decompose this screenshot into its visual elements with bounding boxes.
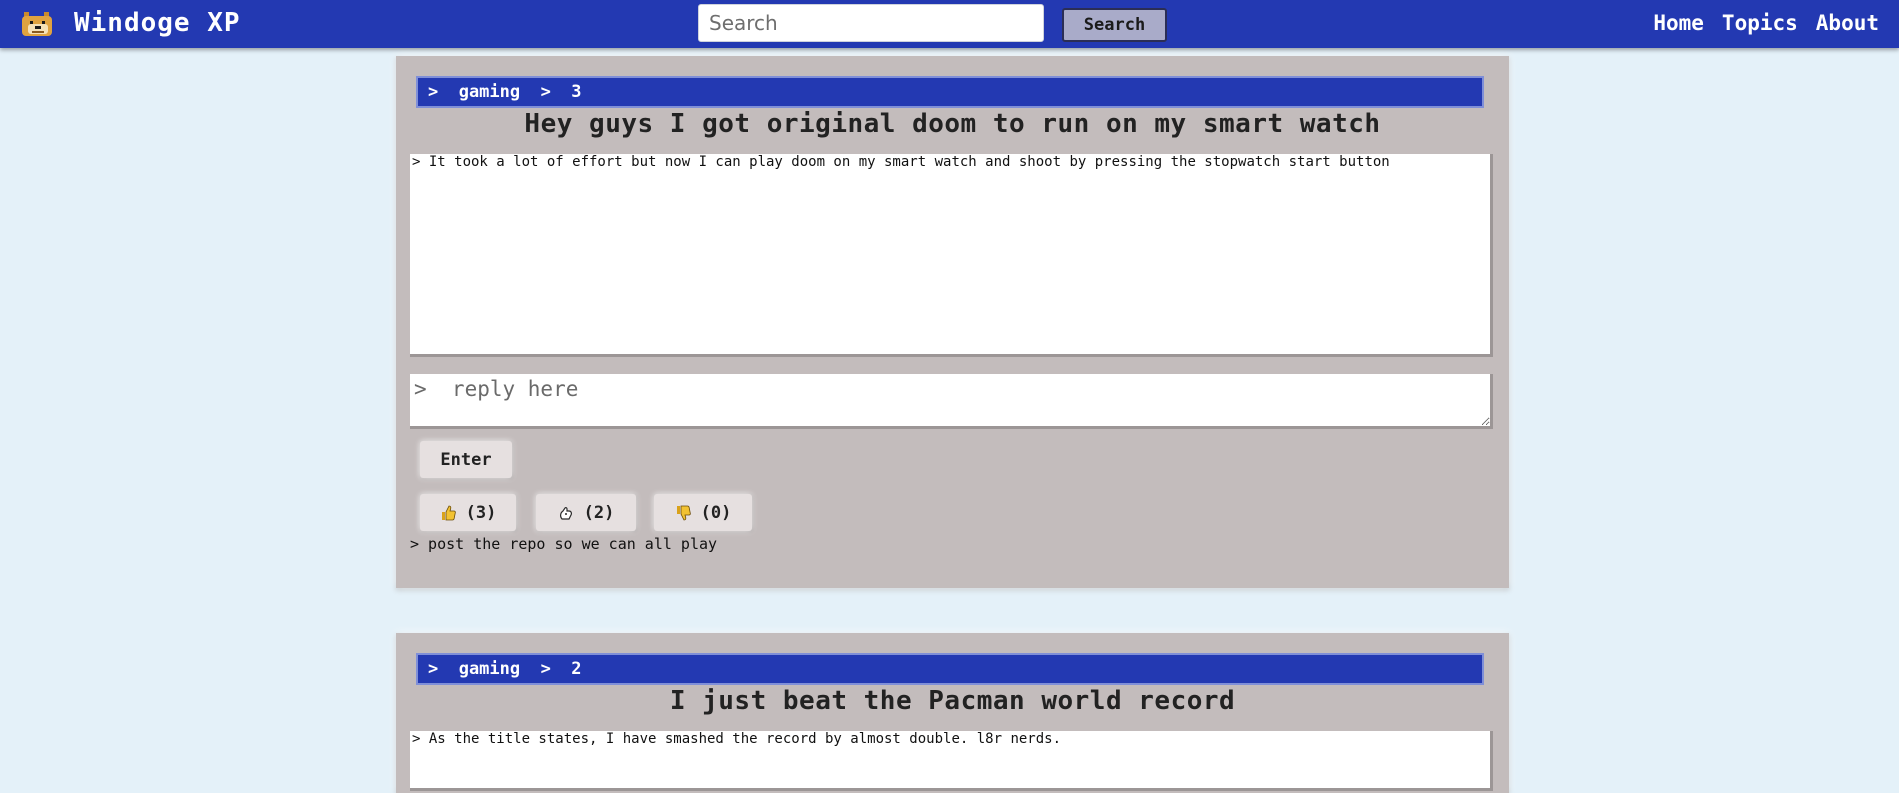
reply-input[interactable] xyxy=(410,374,1493,429)
main-nav: Home Topics About xyxy=(1653,6,1879,40)
breadcrumb[interactable]: > gaming > 3 xyxy=(416,76,1484,108)
dislike-button[interactable]: (0) xyxy=(654,494,752,531)
thumbs-up-icon xyxy=(440,505,456,521)
enter-button[interactable]: Enter xyxy=(420,441,512,478)
like-count: (3) xyxy=(465,502,497,523)
top-navbar: Windoge XP Search Home Topics About xyxy=(0,0,1899,48)
post-card: > gaming > 3 Hey guys I got original doo… xyxy=(396,56,1509,588)
post-card: > gaming > 2 I just beat the Pacman worl… xyxy=(396,633,1509,793)
like-button[interactable]: (3) xyxy=(420,494,516,531)
thumbs-down-icon xyxy=(675,505,691,521)
post-title: I just beat the Pacman world record xyxy=(669,686,1236,716)
search-button[interactable]: Search xyxy=(1062,8,1167,42)
doge-icon[interactable] xyxy=(18,8,58,40)
nav-home-link[interactable]: Home xyxy=(1653,6,1704,40)
nav-about-link[interactable]: About xyxy=(1816,6,1879,40)
thinking-button[interactable]: (2) xyxy=(536,494,636,531)
breadcrumb[interactable]: > gaming > 2 xyxy=(416,653,1484,685)
nav-topics-link[interactable]: Topics xyxy=(1722,6,1798,40)
dislike-count: (0) xyxy=(700,502,732,523)
post-body: > It took a lot of effort but now I can … xyxy=(410,154,1493,357)
app-title[interactable]: Windoge XP xyxy=(74,6,241,40)
post-title: Hey guys I got original doom to run on m… xyxy=(524,109,1381,139)
thinking-hand-icon xyxy=(558,505,574,521)
thinking-count: (2) xyxy=(583,502,615,523)
search-input[interactable] xyxy=(698,4,1044,42)
comment: > post the repo so we can all play xyxy=(410,535,718,553)
post-body: > As the title states, I have smashed th… xyxy=(410,731,1493,791)
